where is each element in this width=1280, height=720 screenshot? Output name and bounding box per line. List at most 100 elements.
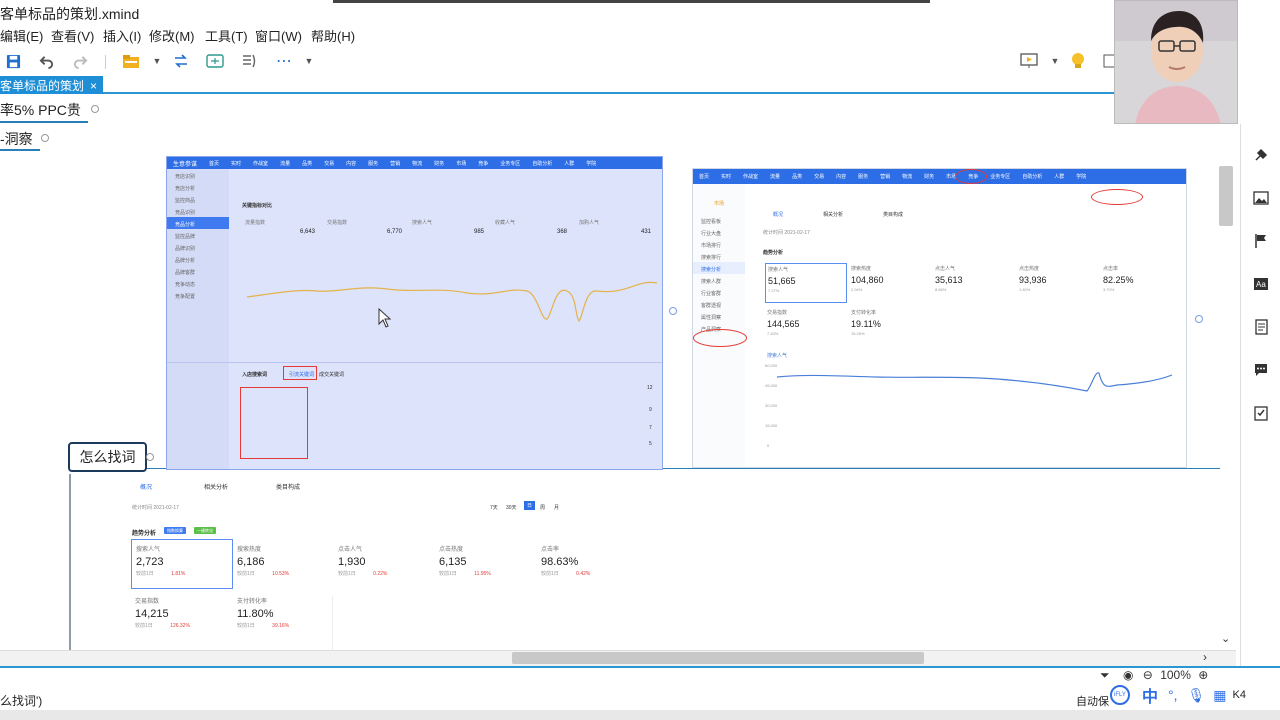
structure-icon[interactable] (205, 51, 225, 71)
menu-insert[interactable]: 插入(I) (103, 26, 141, 45)
nav-item: 财务 (924, 174, 935, 180)
y-tick: 60,000 (765, 363, 778, 368)
nav-item: 实时 (721, 174, 732, 180)
resize-handle[interactable] (1195, 315, 1203, 323)
sidebar-item: 搜索人群 (701, 279, 722, 285)
scroll-right-icon[interactable]: › (1203, 650, 1207, 664)
filter-icon[interactable]: ⏷ (1100, 668, 1110, 682)
range-30d[interactable]: 30天 (506, 504, 517, 511)
vertical-scrollbar[interactable] (1219, 166, 1233, 226)
folder-icon[interactable] (121, 51, 141, 71)
ifly-icon[interactable]: iFLY (1110, 685, 1130, 705)
section-title: 入店搜索词 (242, 372, 268, 378)
menu-bar: 编辑(E) 查看(V) 插入(I) 修改(M) 工具(T) 窗口(W) 帮助(H… (0, 24, 1120, 46)
sidebar-item: 品牌分析 (175, 258, 196, 264)
notes-icon[interactable] (1252, 318, 1270, 336)
menu-window[interactable]: 窗口(W) (255, 26, 302, 45)
comment-icon[interactable] (1252, 361, 1270, 379)
nav-item: 自助分析 (1022, 174, 1043, 180)
market-label: 市场 (713, 201, 724, 207)
range-week[interactable]: 周 (540, 504, 545, 511)
status-text: 么找词') (0, 694, 43, 708)
image-sycm-competitor[interactable]: 生意参谋 首页 实时 作战室 流量 品类 交易 内容 服务 营销 物流 财务 市… (166, 156, 663, 470)
task-icon[interactable] (1252, 404, 1270, 422)
topic-find-keywords[interactable]: 怎么找词 (68, 442, 147, 472)
collapse-toggle[interactable] (91, 105, 99, 113)
ime-menu-icon[interactable]: ▦ (1213, 687, 1226, 704)
sidebar-item: 监控看板 (701, 219, 722, 225)
nav-item: 作战室 (253, 160, 269, 167)
tab-item: 概况 (140, 485, 153, 491)
more-icon[interactable]: ⋯ (274, 51, 294, 71)
sidebar-item: 竞品识别 (175, 210, 196, 216)
sidebar-item: 行业客群 (701, 291, 722, 297)
nav-item: 服务 (368, 160, 379, 167)
chevron-down-icon[interactable]: ▼ (299, 51, 319, 71)
punctuation-icon[interactable]: °, (1168, 687, 1178, 703)
zoom-in-icon[interactable]: ⊕ (1198, 668, 1208, 682)
relationship-icon[interactable] (171, 51, 191, 71)
range-day[interactable]: 日 (524, 501, 536, 510)
resize-handle[interactable] (669, 307, 677, 315)
sidebar-item: 行业大盘 (701, 231, 722, 237)
range-7d[interactable]: 7天 (490, 504, 498, 511)
nav-item: 首页 (209, 160, 220, 167)
marker-flag-icon[interactable] (1252, 232, 1270, 250)
eye-icon[interactable]: ◉ (1123, 668, 1133, 682)
divider (167, 362, 662, 363)
mindmap-canvas[interactable]: 率5% PPC贵 -洞察 怎么找词 生意参谋 首页 实时 作战室 流量 品类 交… (0, 94, 1236, 650)
format-icon[interactable] (1252, 146, 1270, 164)
presentation-icon[interactable] (1019, 51, 1039, 71)
metric-card: 支付转化率 11.80% 较前1日 39.16% (237, 599, 290, 629)
nav-item: 财务 (434, 160, 445, 167)
horizontal-scrollbar-thumb[interactable] (512, 652, 924, 664)
collapse-toggle[interactable] (146, 453, 154, 461)
menu-view[interactable]: 查看(V) (51, 26, 94, 45)
highlight-box (283, 366, 317, 380)
close-icon[interactable]: × (90, 79, 97, 93)
idea-bulb-icon[interactable] (1068, 51, 1088, 71)
menu-edit[interactable]: 编辑(E) (0, 26, 43, 45)
summary-icon[interactable] (239, 51, 259, 71)
scroll-down-icon[interactable]: ⌄ (1221, 632, 1230, 645)
nav-item: 学院 (586, 160, 597, 167)
chevron-down-icon[interactable]: ▼ (1045, 51, 1065, 71)
value-label: 12 (647, 385, 653, 391)
zoom-control[interactable]: ⏷ ◉ ⊖ 100% ⊕ (1100, 668, 1208, 683)
window-title: 客单标品的策划.xmind (0, 6, 140, 22)
section-title: 趋势分析 (132, 531, 157, 537)
topic-ppc[interactable]: 率5% PPC贵 (0, 100, 81, 120)
sycm-logo: 生意参谋 (173, 161, 198, 168)
chevron-down-icon[interactable]: ▼ (147, 51, 167, 71)
redo-icon[interactable] (70, 51, 90, 71)
image-sycm-search-analysis[interactable]: 首页 实时 作战室 流量 品类 交易 内容 服务 营销 物流 财务 市场 竞争 … (692, 168, 1187, 468)
document-tab[interactable]: 客单标品的策划 × (0, 76, 104, 94)
save-icon[interactable] (3, 51, 23, 71)
sidebar-item: 监控商品 (175, 198, 196, 204)
zoom-out-icon[interactable]: ⊖ (1143, 668, 1153, 682)
nav-item: 物流 (902, 174, 913, 180)
nav-item: 竞争 (478, 160, 489, 167)
undo-icon[interactable] (36, 51, 56, 71)
menu-tools[interactable]: 工具(T) (205, 26, 248, 45)
metric-card: 搜索热度 104,860 2.94% (851, 266, 884, 292)
image-icon[interactable] (1252, 189, 1270, 207)
chart-legend: 搜索人气 (767, 353, 788, 359)
y-tick: 30,000 (765, 403, 778, 408)
collapse-toggle[interactable] (41, 134, 49, 142)
topic-insight[interactable]: -洞察 (0, 129, 33, 149)
text-style-icon[interactable]: Aa (1252, 275, 1270, 293)
metric-card: 点击人气 35,613 8.66% (935, 266, 963, 292)
status-bar (0, 666, 1280, 688)
menu-help[interactable]: 帮助(H) (311, 26, 355, 45)
image-sycm-overview[interactable]: 概况 相关分析 类目构成 统计时间 2021-02-17 7天 30天 日 周 … (120, 476, 642, 650)
sidebar-item: 市场排行 (701, 243, 722, 249)
ime-mode[interactable]: 中 (1142, 683, 1158, 707)
nav-item: 交易 (324, 160, 335, 167)
range-month[interactable]: 月 (554, 504, 559, 511)
microphone-icon[interactable]: 🎙 (1188, 687, 1206, 704)
menu-modify[interactable]: 修改(M) (149, 26, 195, 45)
tab-item: 类目构成 (883, 212, 904, 218)
sycm-nav-bar: 首页 实时 作战室 流量 品类 交易 内容 服务 营销 物流 财务 市场 竞争 … (693, 169, 1186, 184)
stat-date: 统计时间 2021-02-17 (132, 505, 179, 511)
